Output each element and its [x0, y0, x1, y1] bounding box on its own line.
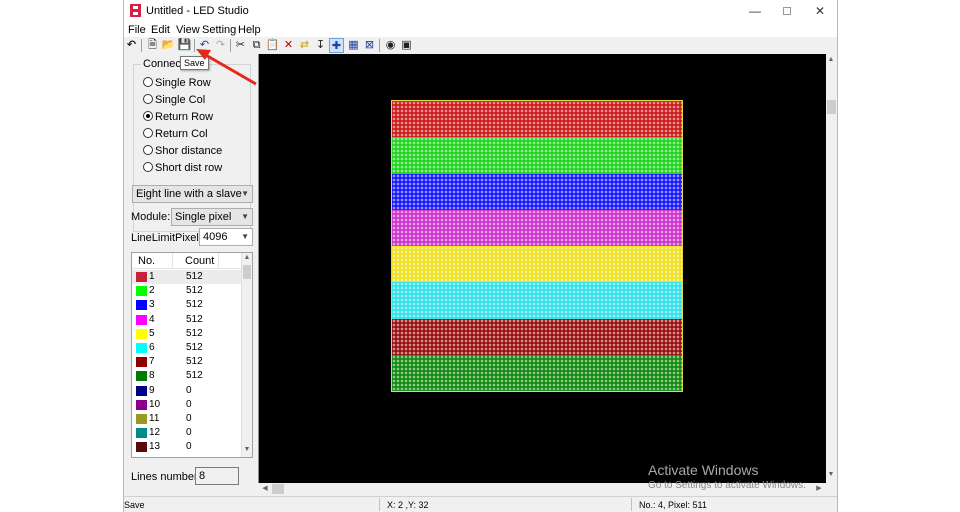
- annotation-arrow: [196, 49, 257, 86]
- arrow-shaft: [203, 52, 257, 86]
